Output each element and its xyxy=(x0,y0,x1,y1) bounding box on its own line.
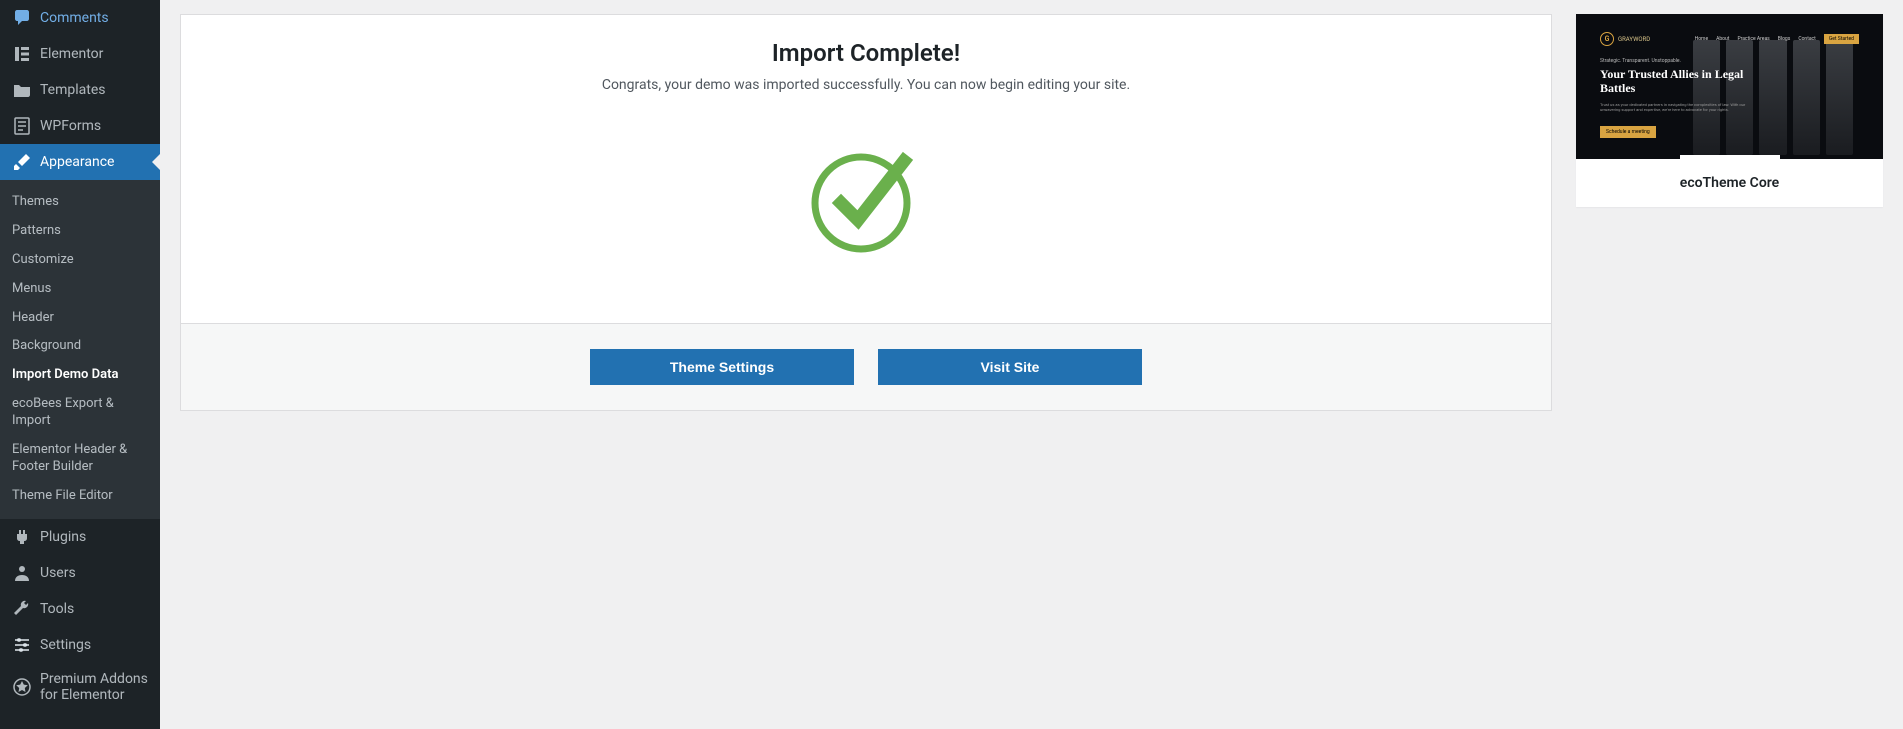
sidebar-item-plugins[interactable]: Plugins xyxy=(0,519,160,555)
panel-footer: Theme Settings Visit Site xyxy=(181,323,1551,410)
thumb-nav-item: About xyxy=(1716,36,1729,42)
thumb-tab-graphic xyxy=(1680,155,1780,159)
submenu-menus[interactable]: Menus xyxy=(0,275,160,304)
thumb-hero-cta: Schedule a meeting xyxy=(1600,126,1656,138)
sidebar-item-label: Tools xyxy=(40,601,74,617)
theme-settings-button[interactable]: Theme Settings xyxy=(590,349,854,385)
page-subtitle: Congrats, your demo was imported success… xyxy=(211,77,1521,93)
comments-icon xyxy=(12,8,32,28)
wpforms-icon xyxy=(12,116,32,136)
sliders-icon xyxy=(12,635,32,655)
sidebar-item-label: Premium Addons for Elementor xyxy=(40,671,152,703)
sidebar-item-label: Settings xyxy=(40,637,91,653)
wrench-icon xyxy=(12,599,32,619)
sidebar-item-tools[interactable]: Tools xyxy=(0,591,160,627)
admin-sidebar: Comments Elementor Templates WPForms App… xyxy=(0,0,160,729)
sidebar-item-settings[interactable]: Settings xyxy=(0,627,160,663)
submenu-patterns[interactable]: Patterns xyxy=(0,217,160,246)
star-icon xyxy=(12,677,32,697)
visit-site-button[interactable]: Visit Site xyxy=(878,349,1142,385)
sidebar-item-templates[interactable]: Templates xyxy=(0,72,160,108)
sidebar-item-premium-addons[interactable]: Premium Addons for Elementor xyxy=(0,663,160,711)
submenu-customize[interactable]: Customize xyxy=(0,246,160,275)
thumb-nav-item: Contact xyxy=(1798,36,1815,42)
page-title: Import Complete! xyxy=(211,39,1521,67)
submenu-header[interactable]: Header xyxy=(0,304,160,333)
submenu-theme-file-editor[interactable]: Theme File Editor xyxy=(0,482,160,511)
import-complete-panel: Import Complete! Congrats, your demo was… xyxy=(180,14,1552,411)
submenu-background[interactable]: Background xyxy=(0,332,160,361)
thumb-hero: Strategic. Transparent. Unstoppable. You… xyxy=(1600,58,1755,138)
thumb-nav-item: Home xyxy=(1695,36,1708,42)
panel-body: Import Complete! Congrats, your demo was… xyxy=(181,15,1551,323)
thumb-logo-icon: G xyxy=(1600,32,1614,46)
sidebar-item-label: Users xyxy=(40,565,76,581)
thumb-nav-item: Practice Areas xyxy=(1737,36,1769,42)
thumb-hero-title: Your Trusted Allies in Legal Battles xyxy=(1600,68,1755,96)
elementor-icon xyxy=(12,44,32,64)
thumb-nav-item: Blogs xyxy=(1778,36,1791,42)
plug-icon xyxy=(12,527,32,547)
sidebar-item-label: Elementor xyxy=(40,46,103,62)
submenu-import-demo-data[interactable]: Import Demo Data xyxy=(0,361,160,390)
submenu-themes[interactable]: Themes xyxy=(0,188,160,217)
theme-preview-thumb: G GRAYWORD Home About Practice Areas Blo… xyxy=(1576,14,1883,159)
submenu-elementor-header-footer[interactable]: Elementor Header & Footer Builder xyxy=(0,436,160,482)
thumb-nav: G GRAYWORD Home About Practice Areas Blo… xyxy=(1600,32,1859,46)
success-check-icon xyxy=(211,143,1521,253)
appearance-submenu: Themes Patterns Customize Menus Header B… xyxy=(0,180,160,519)
sidebar-item-label: Comments xyxy=(40,10,109,26)
submenu-ecobees-export-import[interactable]: ecoBees Export & Import xyxy=(0,390,160,436)
thumb-hero-sub: Strategic. Transparent. Unstoppable. xyxy=(1600,58,1755,64)
sidebar-item-wpforms[interactable]: WPForms xyxy=(0,108,160,144)
sidebar-item-label: Appearance xyxy=(40,154,114,170)
sidebar-item-label: Plugins xyxy=(40,529,86,545)
user-icon xyxy=(12,563,32,583)
thumb-brand: GRAYWORD xyxy=(1618,36,1650,43)
theme-preview-title: ecoTheme Core xyxy=(1576,159,1883,207)
sidebar-item-label: Templates xyxy=(40,82,106,98)
sidebar-item-label: WPForms xyxy=(40,118,101,134)
sidebar-item-elementor[interactable]: Elementor xyxy=(0,36,160,72)
thumb-nav-cta: Get Started xyxy=(1824,34,1859,44)
brush-icon xyxy=(12,152,32,172)
sidebar-item-comments[interactable]: Comments xyxy=(0,0,160,36)
sidebar-item-appearance[interactable]: Appearance xyxy=(0,144,160,180)
thumb-hero-desc: Trust us as your dedicated partners in n… xyxy=(1600,102,1755,112)
theme-preview-card[interactable]: G GRAYWORD Home About Practice Areas Blo… xyxy=(1576,14,1883,207)
sidebar-item-users[interactable]: Users xyxy=(0,555,160,591)
content-wrap: Import Complete! Congrats, your demo was… xyxy=(160,0,1903,411)
folder-icon xyxy=(12,80,32,100)
